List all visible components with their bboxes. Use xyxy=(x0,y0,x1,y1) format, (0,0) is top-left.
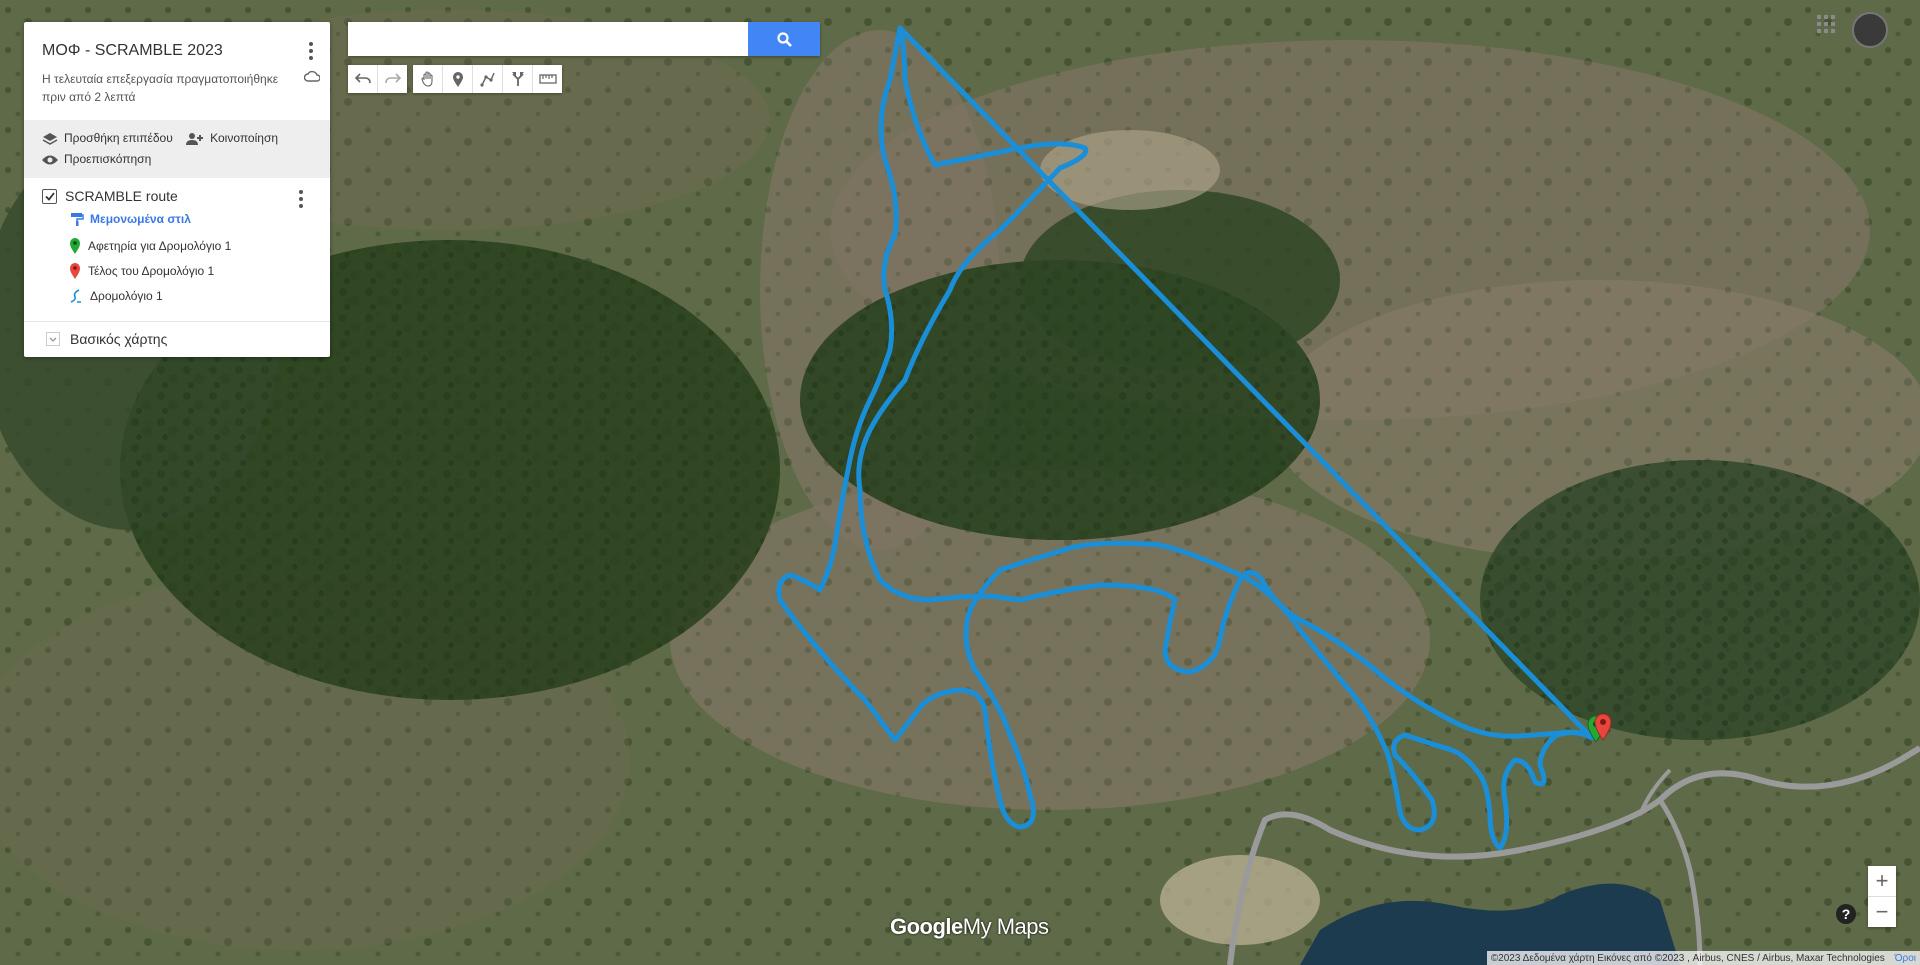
share-button[interactable]: Κοινοποίηση xyxy=(186,128,278,149)
feature-end-label: Τέλος του Δρομολόγιο 1 xyxy=(88,264,215,278)
add-marker-button[interactable] xyxy=(443,65,473,93)
attribution-text: ©2023 Δεδομένα χάρτη Εικόνες από ©2023 ,… xyxy=(1490,952,1885,964)
undo-icon xyxy=(354,73,371,84)
map-toolbar xyxy=(348,65,562,93)
feature-start-point[interactable]: Αφετηρία για Δρομολόγιο 1 xyxy=(70,238,316,254)
layers-icon xyxy=(42,132,58,145)
individual-styles-label: Μεμονωμένα στιλ xyxy=(90,212,191,226)
chevron-down-icon xyxy=(46,332,60,346)
measure-button[interactable] xyxy=(533,65,562,93)
help-button[interactable]: ? xyxy=(1836,904,1856,924)
map-attribution: ©2023 Δεδομένα χάρτη Εικόνες από ©2023 ,… xyxy=(1486,951,1920,965)
map-options-menu-icon[interactable] xyxy=(304,40,318,62)
feature-start-label: Αφετηρία για Δρομολόγιο 1 xyxy=(88,239,232,253)
zoom-in-button[interactable]: + xyxy=(1868,866,1896,897)
add-directions-button[interactable] xyxy=(503,65,533,93)
share-label: Κοινοποίηση xyxy=(210,131,279,145)
checkmark-icon xyxy=(44,191,55,201)
select-pan-button[interactable] xyxy=(413,65,443,93)
google-my-maps-logo: GoogleMy Maps xyxy=(890,914,1049,940)
preview-button[interactable]: Προεπισκόπηση xyxy=(42,149,151,170)
directions-icon xyxy=(511,72,524,86)
terms-link[interactable]: Όροι xyxy=(1895,953,1916,964)
paint-roller-icon xyxy=(71,213,84,226)
add-layer-button[interactable]: Προσθήκη επιπέδου xyxy=(42,128,173,149)
red-pin-icon xyxy=(70,263,80,279)
green-pin-icon xyxy=(70,238,80,254)
google-logo-text: Google xyxy=(890,914,963,939)
marker-icon xyxy=(452,71,463,87)
map-title[interactable]: ΜΟΦ - SCRAMBLE 2023 xyxy=(42,42,312,60)
my-maps-logo-text: My Maps xyxy=(962,914,1049,939)
account-avatar[interactable] xyxy=(1852,12,1888,48)
search-box xyxy=(348,22,820,56)
zoom-out-button[interactable]: − xyxy=(1868,897,1896,927)
eye-icon xyxy=(42,155,58,164)
draw-line-button[interactable] xyxy=(473,65,503,93)
redo-button[interactable] xyxy=(378,65,407,93)
ruler-icon xyxy=(538,74,557,84)
add-person-icon xyxy=(186,132,204,145)
feature-end-point[interactable]: Τέλος του Δρομολόγιο 1 xyxy=(70,263,316,279)
layer-name[interactable]: SCRAMBLE route xyxy=(65,188,178,204)
last-edit-text: Η τελευταία επεξεργασία πραγματοποιήθηκε… xyxy=(42,72,279,104)
feature-route[interactable]: Δρομολόγιο 1 xyxy=(70,288,316,304)
undo-button[interactable] xyxy=(348,65,378,93)
preview-label: Προεπισκόπηση xyxy=(64,152,152,166)
feature-route-label: Δρομολόγιο 1 xyxy=(90,289,163,303)
layer-scramble-route: SCRAMBLE route Μεμονωμένα στιλ Αφετηρία … xyxy=(24,178,330,322)
search-input[interactable] xyxy=(348,22,758,56)
map-legend-panel: ΜΟΦ - SCRAMBLE 2023 Η τελευταία επεξεργα… xyxy=(24,22,330,357)
individual-styles-link[interactable]: Μεμονωμένα στιλ xyxy=(70,212,316,226)
base-map-label: Βασικός χάρτης xyxy=(70,331,168,347)
layer-visibility-checkbox[interactable] xyxy=(42,188,57,204)
layer-options-menu-icon[interactable] xyxy=(294,188,308,210)
redo-icon xyxy=(384,73,401,84)
panel-header: ΜΟΦ - SCRAMBLE 2023 Η τελευταία επεξεργα… xyxy=(24,22,330,120)
zoom-controls: + − xyxy=(1868,866,1896,927)
hand-icon xyxy=(420,71,433,87)
apps-grid-icon[interactable] xyxy=(1816,14,1836,34)
add-layer-label: Προσθήκη επιπέδου xyxy=(64,131,173,145)
panel-actions: Προσθήκη επιπέδου Κοινοποίηση Προεπισκόπ… xyxy=(24,120,330,178)
search-icon xyxy=(776,31,792,47)
search-button[interactable] xyxy=(748,22,820,56)
cloud-saved-icon xyxy=(304,70,320,82)
base-map-toggle[interactable]: Βασικός χάρτης xyxy=(24,322,330,357)
draw-line-icon xyxy=(479,72,495,87)
route-icon xyxy=(70,289,81,303)
